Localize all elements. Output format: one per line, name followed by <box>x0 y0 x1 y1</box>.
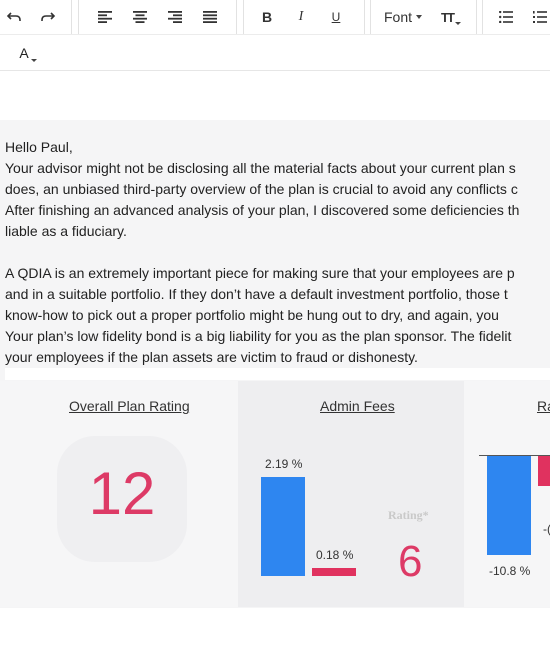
paragraph-line: does, an unbiased third-party overview o… <box>5 181 518 197</box>
toolbar-separator <box>482 0 483 34</box>
returns-bar-plan <box>487 456 531 555</box>
italic-button[interactable]: I <box>292 4 310 30</box>
paragraph-line: liable as a fiduciary. <box>5 223 127 239</box>
chevron-down-icon <box>416 15 423 19</box>
returns-bar-benchmark <box>538 456 550 486</box>
returns-title: Ra <box>537 398 550 414</box>
bar-label: 2.19 % <box>265 457 303 471</box>
rating-caption: Rating* <box>388 508 429 522</box>
paragraph-line: Your advisor might not be disclosing all… <box>5 160 516 176</box>
paragraph-line: your employees if the plan assets are vi… <box>5 349 418 365</box>
editor-toolbar: B I U Font TT A <box>0 0 550 71</box>
admin-rating-value: 6 <box>398 537 423 586</box>
toolbar-separator <box>71 0 72 34</box>
align-right-icon <box>168 11 182 23</box>
toolbar-separator <box>370 0 371 34</box>
paragraph-line: A QDIA is an extremely important piece f… <box>5 265 515 281</box>
toolbar-separator <box>236 0 237 34</box>
toolbar-separator <box>243 0 244 34</box>
admin-fees-panel: Admin Fees 2.19 % 0.18 % Rating* 6 <box>238 381 464 607</box>
chevron-down-icon <box>454 21 461 25</box>
numbered-list-icon <box>533 11 547 23</box>
align-center-icon <box>133 11 147 23</box>
font-dropdown-label: Font <box>384 9 413 25</box>
divider <box>5 368 550 380</box>
text-color-icon: A <box>19 45 29 61</box>
overall-rating-title: Overall Plan Rating <box>69 398 190 414</box>
returns-panel: Ra -10.8 % -( <box>464 381 550 607</box>
numbered-list-button[interactable] <box>532 4 548 30</box>
email-text: Hello Paul, Your advisor might not be di… <box>5 137 550 368</box>
redo-button[interactable] <box>38 4 58 30</box>
paragraph-line: Your plan’s low fidelity bond is a big l… <box>5 328 512 344</box>
toolbar-separator <box>364 0 365 34</box>
font-dropdown[interactable]: Font <box>384 4 428 30</box>
bar-label: 0.18 % <box>316 548 354 562</box>
bar-label: -10.8 % <box>489 564 531 578</box>
toolbar-row-2: A <box>0 35 550 70</box>
paragraph-line: and in a suitable portfolio. If they don… <box>5 286 508 302</box>
redo-icon <box>41 12 56 21</box>
overall-rating-value: 12 <box>88 460 156 527</box>
toolbar-separator <box>476 0 477 34</box>
text-size-button[interactable]: TT <box>438 4 464 30</box>
admin-fee-bar-plan <box>261 477 305 576</box>
align-justify-icon <box>203 11 217 23</box>
align-center-button[interactable] <box>131 4 149 30</box>
chevron-down-icon <box>30 58 37 62</box>
align-right-button[interactable] <box>166 4 184 30</box>
paragraph-line: After finishing an advanced analysis of … <box>5 202 520 218</box>
bullet-list-button[interactable] <box>498 4 514 30</box>
text-size-icon: TT <box>441 9 455 25</box>
undo-button[interactable] <box>4 4 24 30</box>
text-color-button[interactable]: A <box>14 40 42 66</box>
underline-button[interactable]: U <box>327 4 345 30</box>
admin-fees-title: Admin Fees <box>320 398 395 414</box>
admin-fee-bar-benchmark <box>312 568 356 576</box>
toolbar-separator <box>78 0 79 34</box>
bullet-list-icon <box>499 11 513 23</box>
align-justify-button[interactable] <box>201 4 219 30</box>
align-left-button[interactable] <box>96 4 114 30</box>
overall-rating-panel: Overall Plan Rating 12 <box>0 381 238 607</box>
bold-button[interactable]: B <box>258 4 276 30</box>
align-left-icon <box>98 11 112 23</box>
bar-label: -( <box>543 522 550 536</box>
toolbar-row-1: B I U Font TT <box>0 0 550 35</box>
greeting: Hello Paul, <box>5 139 73 155</box>
paragraph-line: know-how to pick out a proper portfolio … <box>5 307 499 323</box>
undo-icon <box>6 12 21 21</box>
